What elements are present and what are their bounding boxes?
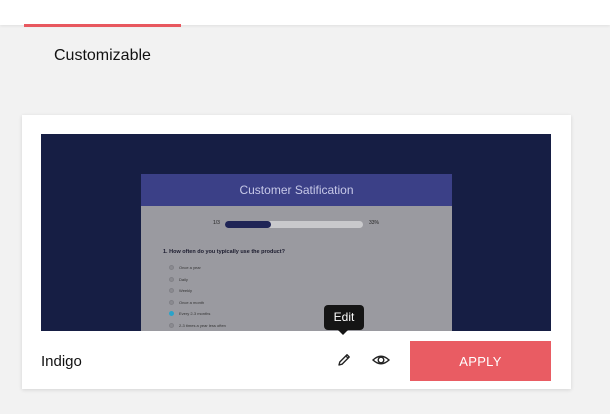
edit-tooltip: Edit	[324, 305, 364, 330]
answer-option-label: Weekly	[179, 288, 193, 294]
answer-options: Once a year Daily Weekly Once a month Every …	[169, 262, 226, 331]
active-tab-indicator	[24, 24, 181, 27]
radio-selected	[169, 311, 174, 317]
preview-button[interactable]	[371, 350, 391, 370]
answer-option: Once a month	[169, 297, 226, 309]
progress-row: 1/3 33%	[141, 219, 452, 231]
answer-option-label: Daily	[179, 276, 188, 282]
top-bar	[0, 0, 610, 25]
edit-button[interactable]	[334, 350, 354, 370]
theme-preview[interactable]: Customer Satification 1/3 33% 1. How oft…	[41, 134, 551, 331]
answer-option-label: Once a year	[179, 265, 201, 271]
radio	[169, 276, 174, 282]
radio	[169, 288, 174, 294]
theme-name: Indigo	[41, 353, 82, 370]
progress-percent: 33%	[369, 220, 380, 226]
answer-option: Every 2-3 months	[169, 308, 226, 320]
apply-button[interactable]: APPLY	[410, 341, 551, 381]
pencil-icon	[338, 354, 350, 366]
survey-question: 1. How often do you typically use the pr…	[163, 249, 285, 255]
progress-step: 1/3	[213, 220, 220, 226]
answer-option: Weekly	[169, 285, 226, 297]
progress-bar-fill	[225, 221, 271, 228]
answer-option: Once a year	[169, 262, 226, 274]
tooltip-arrow	[338, 330, 348, 335]
answer-option: Daily	[169, 274, 226, 286]
survey-preview: Customer Satification 1/3 33% 1. How oft…	[141, 174, 452, 331]
answer-option-label: 2-3 times a year less often	[179, 322, 226, 328]
theme-card: Customer Satification 1/3 33% 1. How oft…	[22, 115, 571, 389]
eye-icon	[371, 355, 391, 365]
tab-customizable[interactable]: Customizable	[54, 47, 151, 65]
radio	[169, 265, 174, 271]
survey-title: Customer Satification	[141, 174, 452, 206]
answer-option-label: Once a month	[179, 299, 205, 305]
progress-bar	[225, 221, 363, 228]
radio	[169, 322, 174, 328]
radio	[169, 299, 174, 305]
answer-option-label: Every 2-3 months	[179, 311, 211, 317]
answer-option: 2-3 times a year less often	[169, 320, 226, 332]
